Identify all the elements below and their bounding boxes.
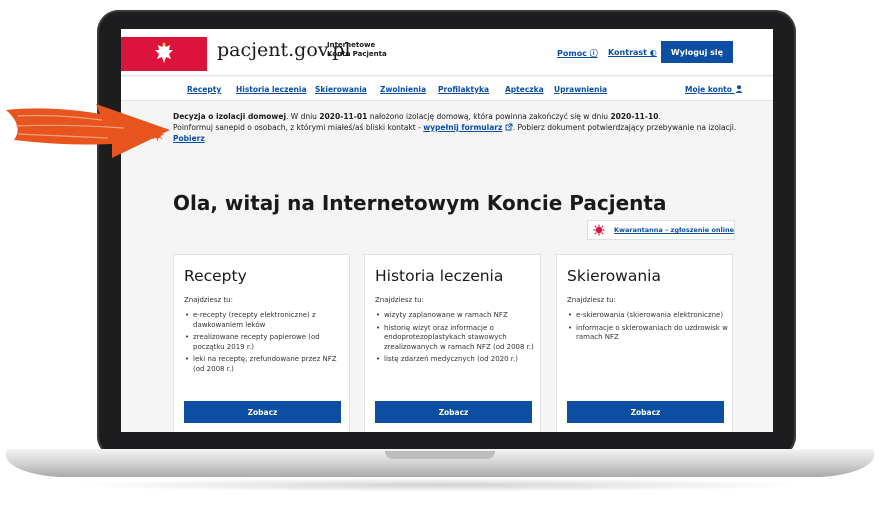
card-list: e-skierowania (skierowania elektroniczne… xyxy=(567,311,729,346)
download-link[interactable]: Pobierz xyxy=(173,134,205,143)
nav-item-zwolnienia[interactable]: Zwolnienia xyxy=(380,85,426,94)
quarantine-online-link[interactable]: Kwarantanna – zgłoszenie online xyxy=(587,220,735,240)
nav-item-skierowania[interactable]: Skierowania xyxy=(315,85,367,94)
nav-item-apteczka[interactable]: Apteczka xyxy=(505,85,544,94)
my-account-link[interactable]: Moje konto xyxy=(685,85,743,94)
list-item: historię wizyt oraz informacje o endopro… xyxy=(375,324,537,353)
nav-item-uprawnienia[interactable]: Uprawnienia xyxy=(554,85,607,94)
list-item: e-skierowania (skierowania elektroniczne… xyxy=(567,311,729,321)
laptop-screen: pacjent.gov.pl Internetowe Konto Pacjent… xyxy=(121,29,773,432)
card-title: Recepty xyxy=(184,267,247,285)
nav-item-historia-leczenia[interactable]: Historia leczenia xyxy=(236,85,307,94)
page-title: Ola, witaj na Internetowym Koncie Pacjen… xyxy=(173,191,667,215)
nav-item-profilaktyka[interactable]: Profilaktyka xyxy=(438,85,489,94)
laptop-notch xyxy=(385,451,495,459)
help-link[interactable]: Pomoc ⓘ xyxy=(557,48,598,59)
main-nav: Recepty Historia leczenia Skierowania Zw… xyxy=(121,77,773,101)
card-intro: Znajdziesz tu: xyxy=(184,296,233,304)
nav-item-recepty[interactable]: Recepty xyxy=(187,85,221,94)
card-intro: Znajdziesz tu: xyxy=(375,296,424,304)
card-recepty: Recepty Znajdziesz tu: e-recepty (recept… xyxy=(173,254,350,432)
user-icon xyxy=(735,85,743,93)
eagle-icon xyxy=(155,42,173,63)
arrow-pointer-icon xyxy=(6,104,170,158)
isolation-alert: Decyzja o izolacji domowej. W dniu 2020-… xyxy=(173,112,737,143)
card-intro: Znajdziesz tu: xyxy=(567,296,616,304)
card-list: e-recepty (recepty elektroniczne) z dawk… xyxy=(184,311,346,377)
card-historia-leczenia: Historia leczenia Znajdziesz tu: wizyty … xyxy=(364,254,541,432)
card-title: Historia leczenia xyxy=(375,267,504,285)
list-item: zrealizowane recepty papierowe (od począ… xyxy=(184,333,346,352)
list-item: e-recepty (recepty elektroniczne) z dawk… xyxy=(184,311,346,330)
logout-button[interactable]: Wyloguj się xyxy=(661,41,733,63)
external-link-icon xyxy=(505,123,513,131)
list-item: informacje o skierowaniach do uzdrowisk … xyxy=(567,324,729,343)
skierowania-see-button[interactable]: Zobacz xyxy=(567,401,724,423)
card-list: wizyty zaplanowane w ramach NFZ historię… xyxy=(375,311,537,368)
card-skierowania: Skierowania Znajdziesz tu: e-skierowania… xyxy=(556,254,733,432)
list-item: leki na receptę, zrefundowane przez NFZ … xyxy=(184,355,346,374)
virus-icon xyxy=(593,224,605,236)
list-item: listę zdarzeń medycznych (od 2020 r.) xyxy=(375,355,537,365)
eagle-logo[interactable] xyxy=(121,37,207,71)
fill-form-link[interactable]: wypełnij formularz xyxy=(423,123,502,132)
site-subtitle: Internetowe Konto Pacjenta xyxy=(327,41,387,58)
card-title: Skierowania xyxy=(567,267,661,285)
laptop-shadow xyxy=(70,478,810,492)
recepty-see-button[interactable]: Zobacz xyxy=(184,401,341,423)
header: pacjent.gov.pl Internetowe Konto Pacjent… xyxy=(121,29,773,76)
historia-see-button[interactable]: Zobacz xyxy=(375,401,532,423)
list-item: wizyty zaplanowane w ramach NFZ xyxy=(375,311,537,321)
contrast-toggle[interactable]: Kontrast ◐ xyxy=(608,48,657,57)
